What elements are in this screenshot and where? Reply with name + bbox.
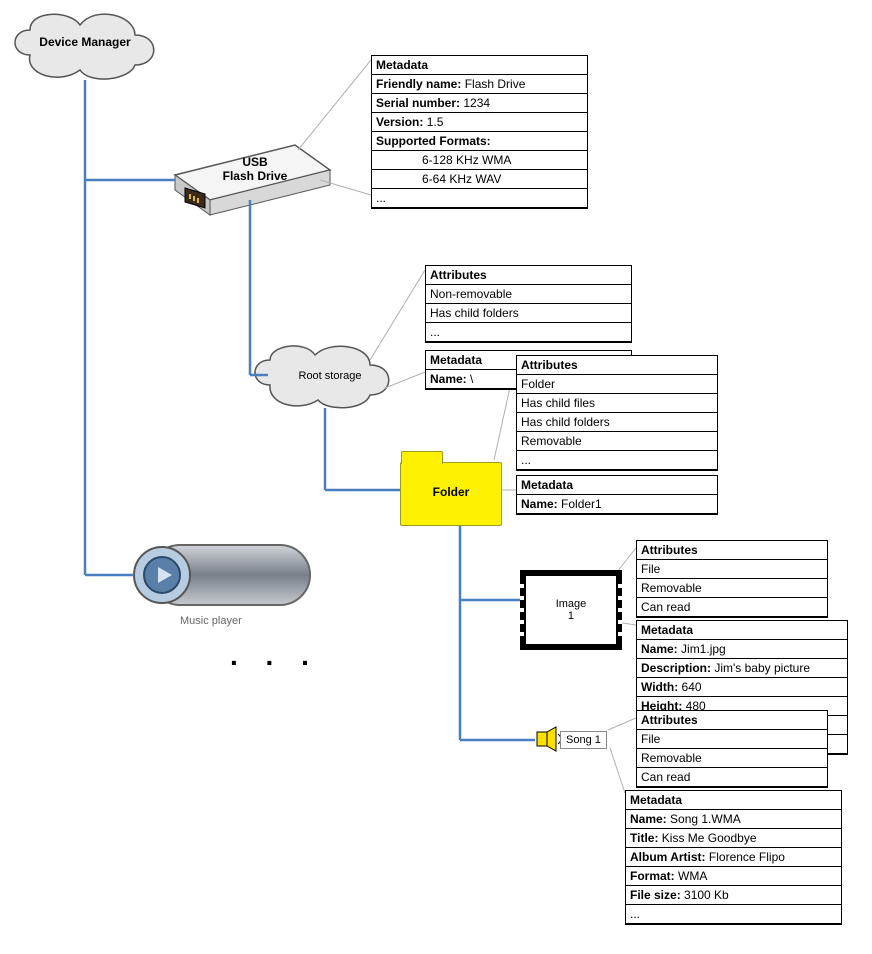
panel-header: Metadata (517, 476, 717, 495)
song-attrs-panel: Attributes File Removable Can read (636, 710, 828, 788)
row: ... (426, 323, 631, 342)
row: Has child files (517, 394, 717, 413)
panel-header: Attributes (637, 541, 827, 560)
panel-header: Attributes (637, 711, 827, 730)
row-format: Format: WMA (626, 867, 841, 886)
panel-header: Metadata (626, 791, 841, 810)
music-player-label: Music player (180, 615, 242, 627)
speaker-icon (537, 727, 561, 751)
folder-label: Folder (401, 485, 501, 499)
row-name: Name: Folder1 (517, 495, 717, 514)
song-label: Song 1 (560, 731, 607, 749)
row-friendly-name: Friendly name: Flash Drive (372, 75, 587, 94)
row-version: Version: 1.5 (372, 113, 587, 132)
row: File (637, 560, 827, 579)
row: Can read (637, 768, 827, 787)
row-fmt1: 6-128 KHz WMA (372, 151, 587, 170)
row: Has child folders (426, 304, 631, 323)
folder-attrs-panel: Attributes Folder Has child files Has ch… (516, 355, 718, 471)
folder-shape: Folder (400, 462, 502, 526)
row-size: File size: 3100 Kb (626, 886, 841, 905)
row: File (637, 730, 827, 749)
row-title: Title: Kiss Me Goodbye (626, 829, 841, 848)
row: ... (517, 451, 717, 470)
panel-header: Attributes (517, 356, 717, 375)
panel-header: Attributes (426, 266, 631, 285)
usb-metadata-panel: Metadata Friendly name: Flash Drive Seri… (371, 55, 588, 209)
device-manager-label: Device Manager (20, 35, 150, 49)
image-shape: Image1 (520, 570, 622, 650)
row: Removable (517, 432, 717, 451)
row: Folder (517, 375, 717, 394)
row-desc: Description: Jim's baby picture (637, 659, 847, 678)
folder-meta-panel: Metadata Name: Folder1 (516, 475, 718, 515)
row-more: ... (372, 189, 587, 208)
row-artist: Album Artist: Florence Flipo (626, 848, 841, 867)
row-serial: Serial number: 1234 (372, 94, 587, 113)
row: Non-removable (426, 285, 631, 304)
song-meta-panel: Metadata Name: Song 1.WMA Title: Kiss Me… (625, 790, 842, 925)
root-storage-label: Root storage (280, 370, 380, 382)
row: Can read (637, 598, 827, 617)
row-name: Name: Jim1.jpg (637, 640, 847, 659)
usb-drive-label: USBFlash Drive (210, 155, 300, 183)
ellipsis: . . . (230, 640, 319, 672)
music-player-shape (134, 545, 310, 605)
root-attrs-panel: Attributes Non-removable Has child folde… (425, 265, 632, 343)
row-more: ... (626, 905, 841, 924)
row: Removable (637, 749, 827, 768)
row-name: Name: Song 1.WMA (626, 810, 841, 829)
row: Has child folders (517, 413, 717, 432)
row-fmt2: 6-64 KHz WAV (372, 170, 587, 189)
panel-header: Metadata (372, 56, 587, 75)
diagram-stage: Device Manager USBFlash Drive Metadata F… (0, 0, 872, 954)
row: Removable (637, 579, 827, 598)
panel-header: Metadata (637, 621, 847, 640)
image-attrs-panel: Attributes File Removable Can read (636, 540, 828, 618)
row-width: Width: 640 (637, 678, 847, 697)
row-supported: Supported Formats: (372, 132, 587, 151)
